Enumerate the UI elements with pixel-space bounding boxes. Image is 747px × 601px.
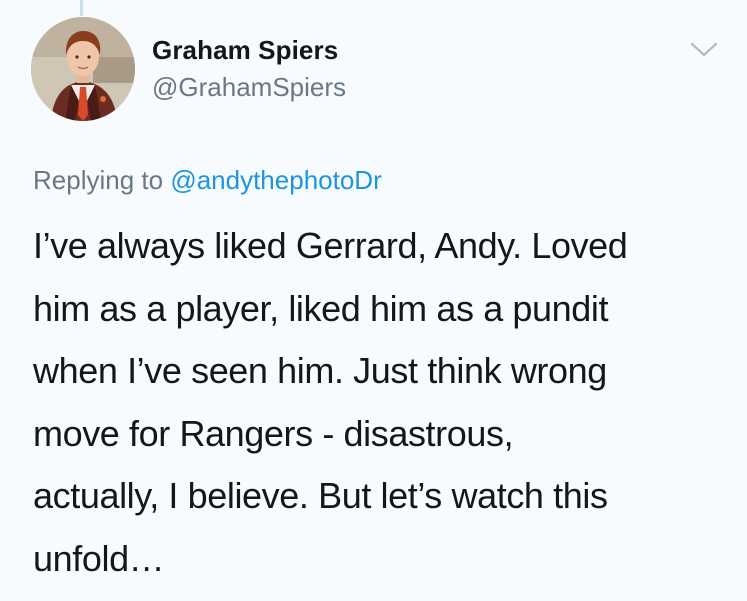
thread-connector-line: [80, 0, 83, 16]
chevron-down-icon[interactable]: [690, 40, 718, 60]
avatar-photo: [31, 17, 135, 121]
replying-to-label: Replying to: [33, 165, 164, 195]
tweet-text-line: I’ve always liked Gerrard, Andy. Loved: [33, 225, 628, 266]
reply-mention-link[interactable]: @andythephotoDr: [170, 165, 381, 195]
tweet-text-line: when I’ve seen him. Just think wrong: [33, 350, 607, 391]
author-handle[interactable]: @GrahamSpiers: [152, 72, 346, 102]
tweet-text-line: him as a player, liked him as a pundit: [33, 287, 609, 329]
author-avatar[interactable]: [31, 17, 135, 121]
tweet-text: I’ve always liked Gerrard, Andy. Loved h…: [33, 215, 733, 590]
replying-to-line: Replying to @andythephotoDr: [33, 165, 382, 195]
author-name[interactable]: Graham Spiers: [152, 35, 338, 65]
tweet-text-line: unfold…: [33, 537, 165, 579]
tweet-text-line: move for Rangers - disastrous,: [33, 412, 514, 454]
tweet-text-line: actually, I believe. But let’s watch thi…: [33, 475, 608, 516]
